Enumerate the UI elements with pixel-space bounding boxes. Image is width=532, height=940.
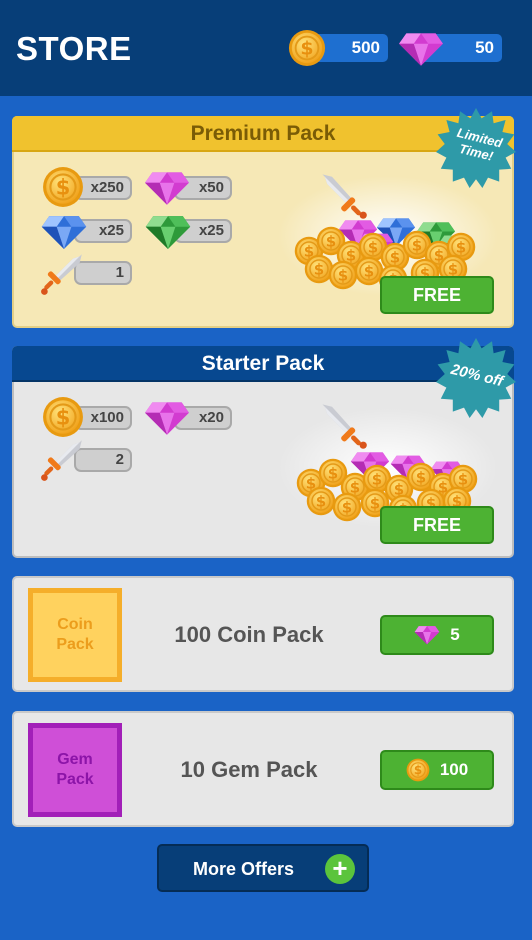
gem-pack-price: 100: [439, 760, 469, 779]
more-offers-label: More Offers: [193, 859, 295, 879]
blue-gem-icon: [40, 214, 88, 250]
page-title: STORE: [16, 30, 132, 67]
sword-icon: [40, 438, 84, 482]
plus-icon: +: [325, 854, 355, 884]
gem-icon: [144, 400, 190, 436]
coin-pack-thumbnail: Coin Pack: [28, 588, 122, 682]
gem-pack-title: 10 Gem Pack: [180, 757, 318, 782]
gem-icon: [144, 170, 190, 206]
green-gem-icon: [144, 214, 192, 250]
gem-pack-buy-button[interactable]: 100: [380, 750, 494, 790]
coin-icon: [288, 29, 326, 67]
starter-free-button[interactable]: FREE: [380, 506, 494, 544]
sword-icon: [40, 252, 84, 296]
premium-free-button[interactable]: FREE: [380, 276, 494, 314]
coin-pack-buy-button[interactable]: 5: [380, 615, 494, 655]
coin-icon: [42, 396, 84, 438]
coin-icon: [406, 758, 430, 782]
coin-pack-price: 5: [450, 625, 460, 644]
gem-pack-offer: Gem Pack 10 Gem Pack 100: [12, 711, 514, 827]
gem-icon: [398, 31, 444, 67]
gem-pack-thumb-line1: Gem: [57, 751, 93, 768]
gem-pack-thumbnail: Gem Pack: [28, 723, 122, 817]
more-offers-button[interactable]: More Offers +: [157, 844, 369, 892]
coin-pack-thumb-line1: Coin: [57, 616, 93, 633]
coin-pack-thumb-line2: Pack: [56, 636, 94, 653]
coin-pack-title: 100 Coin Pack: [174, 622, 324, 647]
coin-pack-offer: Coin Pack 100 Coin Pack 5: [12, 576, 514, 692]
premium-pack-card: Premium Pack x250 x50 x25 x25 1 FREE Lim…: [12, 116, 514, 328]
gem-pack-thumb-line2: Pack: [56, 771, 94, 788]
top-bar: STORE 500 50: [0, 0, 532, 96]
starter-pack-card: Starter Pack x100 x20 2 FREE 20% off: [12, 346, 514, 558]
gem-icon: [414, 625, 440, 645]
coin-icon: [42, 166, 84, 208]
